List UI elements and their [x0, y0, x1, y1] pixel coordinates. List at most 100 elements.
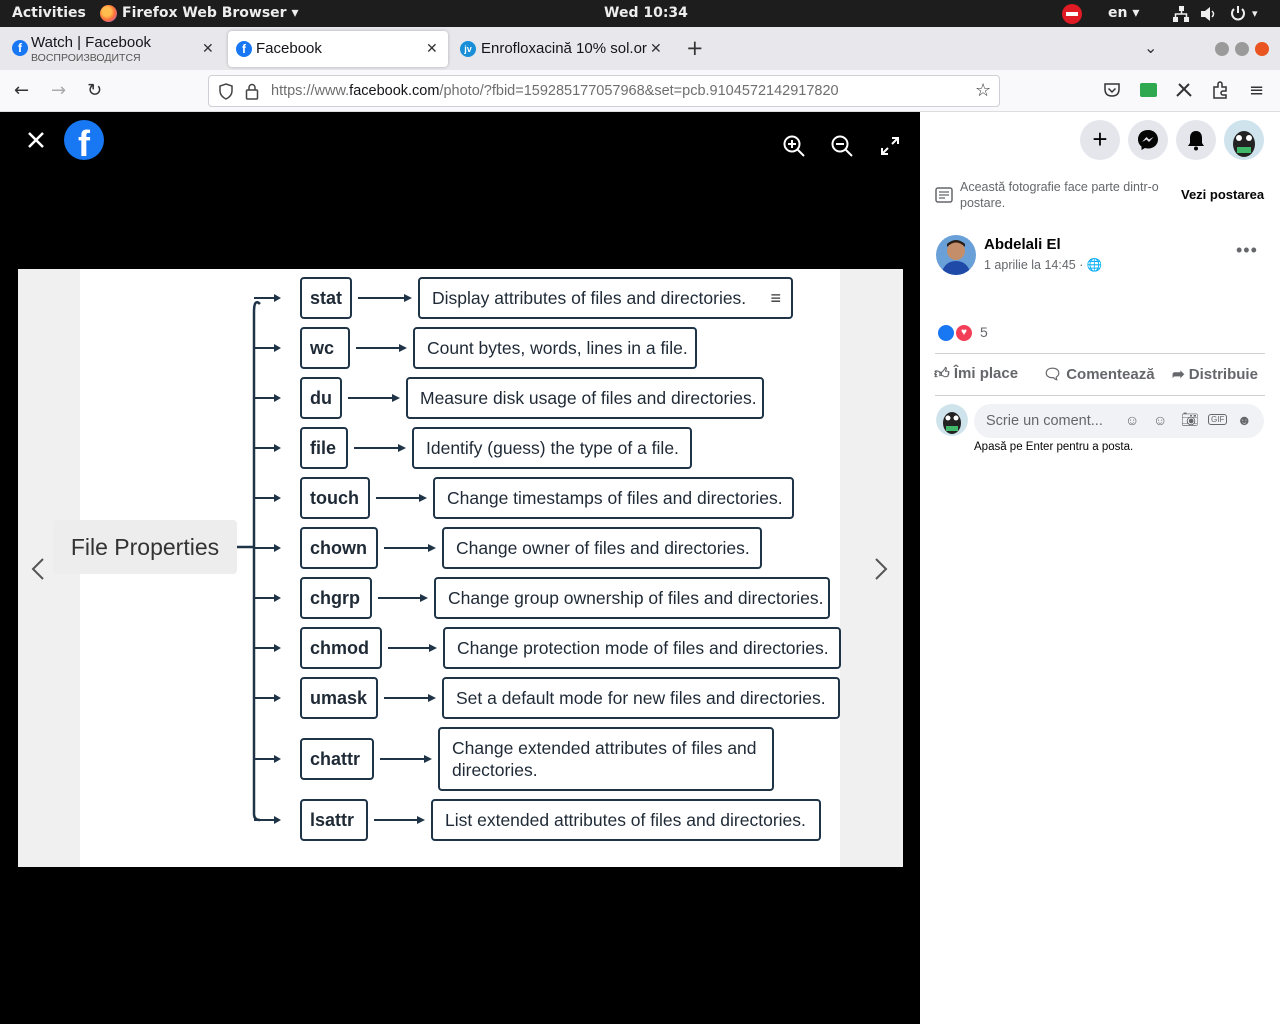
back-button[interactable]: ← [14, 80, 29, 101]
comment-button[interactable]: 🗨︎ Comentează [1043, 365, 1155, 383]
bookmark-star-icon[interactable]: ☆ [975, 80, 991, 101]
author-name[interactable]: Abdelali El [984, 236, 1061, 253]
profile-picture [1224, 120, 1264, 160]
tab-title: Facebook [256, 40, 322, 57]
commenter-avatar[interactable] [936, 404, 968, 436]
diagram-root-node: File Properties [53, 520, 237, 574]
like-reaction-icon[interactable] [937, 324, 955, 342]
shield-icon[interactable] [218, 83, 234, 100]
author-avatar[interactable] [936, 235, 976, 275]
description-node-chattr: Change extended attributes of files and … [438, 727, 774, 791]
close-tab-icon[interactable]: ✕ [202, 40, 214, 57]
close-viewer-button[interactable] [27, 131, 45, 149]
facebook-favicon-icon: f [12, 40, 28, 56]
description-node-wc: Count bytes, words, lines in a file. [413, 327, 697, 369]
reaction-count[interactable]: 5 [980, 324, 988, 340]
facebook-logo-icon[interactable]: f [64, 120, 104, 160]
share-button[interactable]: ➦ Distribuie [1172, 365, 1258, 383]
pocket-icon[interactable] [1104, 83, 1120, 97]
command-node-umask: umask [300, 677, 378, 719]
close-window-button[interactable] [1255, 42, 1269, 56]
tab-enrofloxacina[interactable]: jv Enrofloxacină 10% sol.or ✕ [452, 31, 668, 67]
like-button[interactable]: 👍︎ Îmi place [934, 365, 1018, 383]
messenger-button[interactable] [1128, 120, 1168, 160]
camera-icon[interactable]: 📷︎ [1181, 411, 1199, 428]
app-menu-label: Firefox Web Browser [122, 5, 287, 21]
tab-facebook[interactable]: f Facebook ✕ [228, 31, 448, 67]
command-node-lsattr: lsattr [300, 799, 368, 841]
author-photo [936, 235, 976, 275]
command-node-file: file [300, 427, 348, 469]
share-label: Distribuie [1188, 366, 1258, 383]
clock[interactable]: Wed 10:34 [604, 0, 688, 27]
text-lines-icon: ≡ [770, 288, 781, 308]
zoom-in-icon[interactable] [782, 134, 806, 158]
command-node-stat: stat [300, 277, 352, 319]
gif-icon[interactable]: GIF [1208, 414, 1228, 425]
create-button[interactable]: + [1080, 120, 1120, 160]
hamburger-menu-icon[interactable]: ≡ [1249, 80, 1264, 101]
tab-title: Watch | Facebook [31, 34, 152, 51]
activities-button[interactable]: Activities [12, 0, 86, 27]
do-not-disturb-icon[interactable] [1062, 4, 1082, 24]
reload-button[interactable]: ↻ [87, 80, 102, 101]
language-indicator[interactable]: en ▾ [1108, 0, 1139, 27]
command-node-touch: touch [300, 477, 370, 519]
description-node-file: Identify (guess) the type of a file. [412, 427, 692, 469]
command-node-chattr: chattr [300, 738, 374, 780]
extensions-puzzle-icon[interactable] [1212, 81, 1229, 99]
maximize-button[interactable] [1235, 42, 1249, 56]
fullscreen-icon[interactable] [880, 136, 900, 156]
comment-input[interactable]: Scrie un coment... ☺ ☺ 📷︎ GIF ☻ [974, 404, 1264, 438]
like-label: Îmi place [953, 365, 1019, 382]
minimize-button[interactable] [1215, 42, 1229, 56]
facebook-favicon-icon: f [236, 41, 252, 57]
emoji-icon[interactable]: ☺ [1153, 412, 1167, 428]
list-all-tabs-button[interactable]: ⌄ [1144, 38, 1157, 57]
more-options-icon[interactable]: ••• [1236, 240, 1258, 261]
command-node-du: du [300, 377, 342, 419]
notifications-button[interactable] [1176, 120, 1216, 160]
extension-tools-icon[interactable] [1175, 82, 1193, 98]
close-tab-icon[interactable]: ✕ [650, 40, 662, 57]
forward-button[interactable]: → [51, 80, 66, 101]
post-date-text: 1 aprilie la 14:45 · [984, 258, 1084, 272]
tab-watch-facebook[interactable]: f Watch | Facebook ВОСПРОИЗВОДИТСЯ ✕ [4, 31, 222, 67]
messenger-icon [1138, 130, 1158, 150]
description-node-lsattr: List extended attributes of files and di… [431, 799, 821, 841]
command-node-chgrp: chgrp [300, 577, 372, 619]
command-node-chown: chown [300, 527, 378, 569]
chevron-down-icon: ▾ [291, 5, 299, 21]
sticker-icon[interactable]: ☻ [1237, 412, 1252, 428]
post-date[interactable]: 1 aprilie la 14:45 · 🌐 [984, 258, 1102, 273]
see-post-link[interactable]: Vezi postarea [1181, 187, 1264, 202]
chevron-down-icon: ▾ [1132, 5, 1140, 21]
site-favicon-icon: jv [460, 41, 476, 57]
account-avatar[interactable] [1224, 120, 1264, 160]
chevron-down-icon[interactable]: ▾ [1252, 0, 1258, 27]
firefox-icon [100, 5, 117, 22]
description-node-chmod: Change protection mode of files and dire… [443, 627, 841, 669]
lock-icon[interactable] [245, 83, 259, 100]
comment-placeholder: Scrie un coment... [986, 413, 1103, 429]
photo-image: File Properties stat Display attributes o… [18, 269, 903, 867]
description-node-du: Measure disk usage of files and director… [406, 377, 764, 419]
description-node-chown: Change owner of files and directories. [442, 527, 762, 569]
next-photo-button[interactable] [873, 557, 889, 581]
network-icon[interactable] [1172, 5, 1190, 23]
close-tab-icon[interactable]: ✕ [426, 40, 438, 57]
power-icon[interactable] [1230, 5, 1246, 22]
volume-icon[interactable] [1200, 6, 1218, 22]
love-reaction-icon[interactable]: ♥ [955, 324, 973, 342]
zoom-out-icon[interactable] [830, 134, 854, 158]
previous-photo-button[interactable] [30, 557, 46, 581]
post-side-panel: + Această fotografie face parte dintr-o … [920, 112, 1280, 1024]
tab-playing-label: ВОСПРОИЗВОДИТСЯ [31, 52, 141, 64]
description-node-touch: Change timestamps of files and directori… [433, 477, 794, 519]
extension-icon[interactable] [1140, 83, 1157, 97]
app-menu[interactable]: Firefox Web Browser ▾ [122, 0, 298, 27]
avatar-sticker-icon[interactable]: ☺ [1125, 412, 1139, 428]
new-tab-button[interactable]: + [686, 36, 704, 60]
url-text[interactable]: https://www.facebook.com/photo/?fbid=159… [271, 83, 839, 99]
url-bar[interactable]: https://www.facebook.com/photo/?fbid=159… [208, 75, 1000, 107]
